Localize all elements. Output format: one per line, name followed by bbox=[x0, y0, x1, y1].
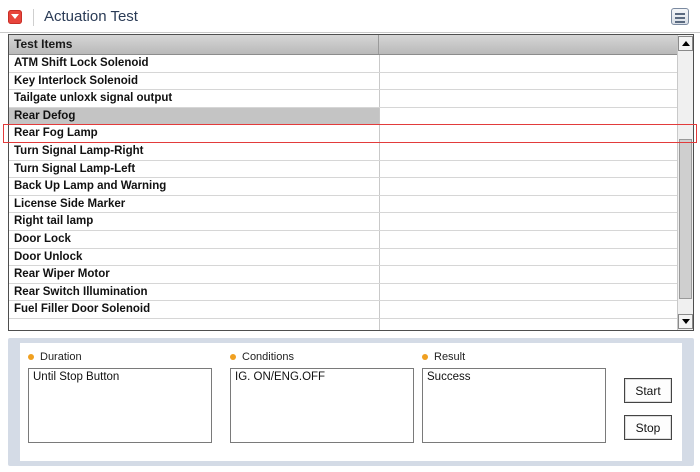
test-item-value bbox=[380, 73, 679, 90]
page-title: Actuation Test bbox=[44, 8, 138, 25]
test-item-name: Key Interlock Solenoid bbox=[9, 72, 380, 90]
scroll-thumb[interactable] bbox=[679, 138, 692, 299]
conditions-label: Conditions bbox=[242, 351, 294, 363]
test-item-name: Rear Wiper Motor bbox=[9, 266, 380, 283]
table-row[interactable]: Right tail lamp bbox=[9, 213, 679, 231]
test-item-value bbox=[380, 319, 679, 330]
test-item-name: Tailgate unloxk signal output bbox=[9, 90, 380, 107]
test-item-value bbox=[380, 231, 679, 248]
table-row[interactable]: Rear Fog Lamp bbox=[9, 125, 679, 143]
table-row[interactable]: Key Interlock Solenoid bbox=[9, 72, 679, 91]
table-row[interactable]: Back Up Lamp and Warning bbox=[9, 178, 679, 196]
test-item-name: Rear Fog Lamp bbox=[9, 125, 380, 142]
start-button[interactable]: Start bbox=[624, 378, 672, 403]
result-label: Result bbox=[434, 351, 466, 363]
test-item-name: Turn Signal Lamp-Right bbox=[9, 142, 380, 160]
actuation-control-panel: Duration Until Stop Button Conditions IG… bbox=[8, 338, 694, 466]
table-row[interactable]: Door Lock bbox=[9, 230, 679, 249]
column-header-test-items[interactable]: Test Items bbox=[9, 35, 379, 54]
vertical-scrollbar[interactable] bbox=[677, 35, 693, 330]
title-separator bbox=[33, 9, 34, 26]
scroll-up-button[interactable] bbox=[678, 36, 693, 51]
test-item-value bbox=[380, 249, 679, 266]
table-row[interactable]: License Side Marker bbox=[9, 195, 679, 214]
test-item-name: Rear Defog bbox=[9, 107, 380, 125]
test-item-name: Turn Signal Lamp-Left bbox=[9, 160, 380, 178]
test-item-value bbox=[380, 125, 679, 142]
column-header-blank[interactable] bbox=[379, 35, 679, 54]
table-header: Test Items bbox=[9, 35, 679, 55]
scroll-down-button[interactable] bbox=[678, 314, 693, 329]
test-item-value bbox=[380, 266, 679, 283]
test-item-name: Rear Switch Illumination bbox=[9, 283, 380, 301]
test-item-name: Back Up Lamp and Warning bbox=[9, 178, 380, 195]
test-item-value bbox=[380, 108, 679, 125]
test-item-name bbox=[9, 318, 380, 330]
test-item-name: Door Unlock bbox=[9, 248, 380, 266]
test-item-name: Right tail lamp bbox=[9, 213, 380, 230]
table-row[interactable]: Turn Signal Lamp-Left bbox=[9, 160, 679, 179]
test-item-value bbox=[380, 178, 679, 195]
table-row[interactable]: ATM Shift Lock Solenoid bbox=[9, 55, 679, 73]
table-row[interactable]: Tailgate unloxk signal output bbox=[9, 90, 679, 108]
test-item-value bbox=[380, 161, 679, 178]
test-item-value bbox=[380, 284, 679, 301]
test-item-name: ATM Shift Lock Solenoid bbox=[9, 55, 380, 72]
test-item-value bbox=[380, 301, 679, 318]
table-row[interactable]: Rear Defog bbox=[9, 107, 679, 126]
result-box: Success bbox=[422, 368, 606, 443]
title-divider bbox=[0, 32, 700, 33]
table-row[interactable]: Rear Switch Illumination bbox=[9, 283, 679, 302]
collapse-icon[interactable] bbox=[8, 10, 22, 24]
conditions-box: IG. ON/ENG.OFF bbox=[230, 368, 414, 443]
list-menu-icon[interactable] bbox=[671, 8, 689, 25]
stop-button[interactable]: Stop bbox=[624, 415, 672, 440]
test-item-name: Door Lock bbox=[9, 230, 380, 248]
table-row[interactable] bbox=[9, 318, 679, 330]
test-items-table: Test Items ATM Shift Lock Solenoid Key In… bbox=[8, 34, 694, 331]
duration-box: Until Stop Button bbox=[28, 368, 212, 443]
test-item-value bbox=[380, 196, 679, 213]
table-body: ATM Shift Lock Solenoid Key Interlock Sol… bbox=[9, 55, 679, 330]
table-row[interactable]: Door Unlock bbox=[9, 248, 679, 267]
title-bar: Actuation Test bbox=[0, 0, 700, 33]
duration-label: Duration bbox=[40, 351, 82, 363]
test-item-value bbox=[380, 213, 679, 230]
test-item-value bbox=[380, 143, 679, 160]
table-row[interactable]: Turn Signal Lamp-Right bbox=[9, 142, 679, 161]
test-item-name: Fuel Filler Door Solenoid bbox=[9, 301, 380, 318]
test-item-value bbox=[380, 55, 679, 72]
panel-content: Duration Until Stop Button Conditions IG… bbox=[20, 343, 682, 461]
table-row[interactable]: Fuel Filler Door Solenoid bbox=[9, 301, 679, 319]
test-item-name: License Side Marker bbox=[9, 195, 380, 213]
test-item-value bbox=[380, 90, 679, 107]
table-row[interactable]: Rear Wiper Motor bbox=[9, 266, 679, 284]
